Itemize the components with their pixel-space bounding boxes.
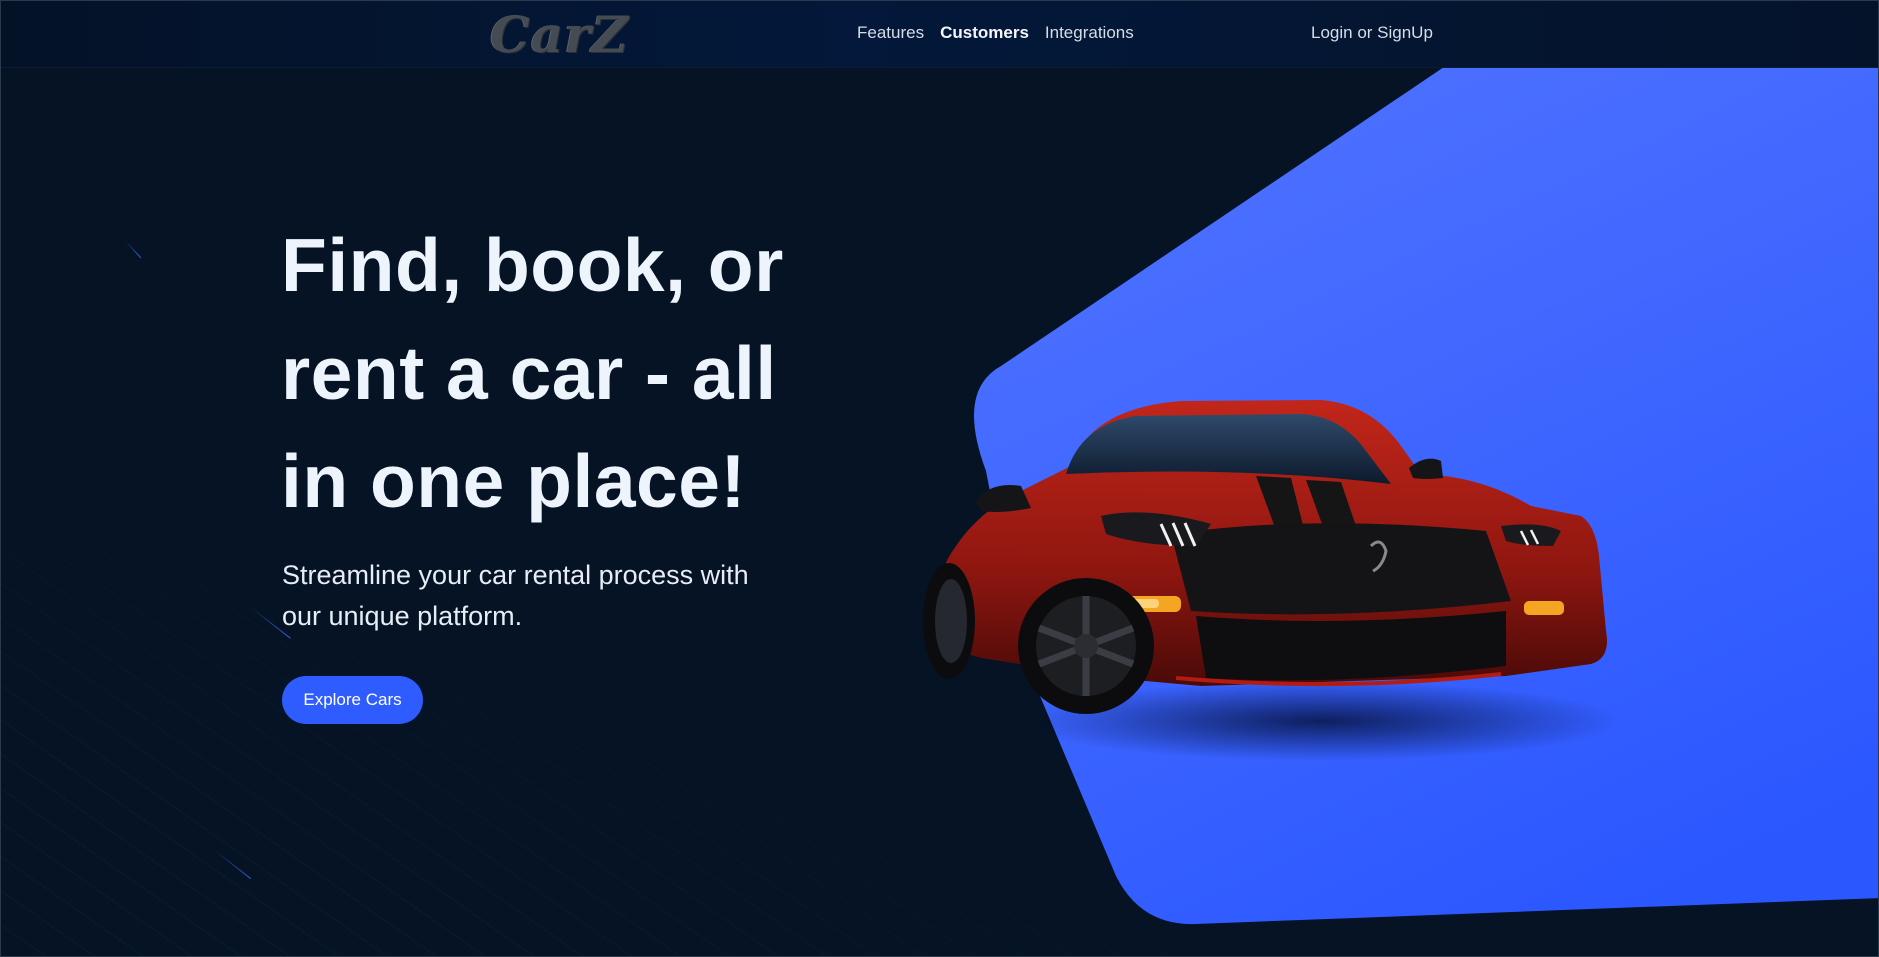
- explore-cars-button[interactable]: Explore Cars: [282, 676, 423, 724]
- hero-title: Find, book, or rent a car - all in one p…: [281, 223, 784, 523]
- hero-subtitle: Streamline your car rental process with …: [282, 560, 749, 631]
- nav-item-customers[interactable]: Customers: [940, 23, 1029, 43]
- landing-page: CarZ Features Customers Integrations Log…: [0, 0, 1879, 957]
- top-navbar: CarZ Features Customers Integrations Log…: [1, 1, 1878, 68]
- main-nav: Features Customers Integrations: [857, 23, 1134, 43]
- sports-car-image: [923, 400, 1621, 761]
- nav-item-features[interactable]: Features: [857, 23, 924, 43]
- nav-item-integrations[interactable]: Integrations: [1045, 23, 1134, 43]
- login-signup-link[interactable]: Login or SignUp: [1311, 23, 1433, 43]
- brand-logo[interactable]: CarZ: [490, 7, 629, 63]
